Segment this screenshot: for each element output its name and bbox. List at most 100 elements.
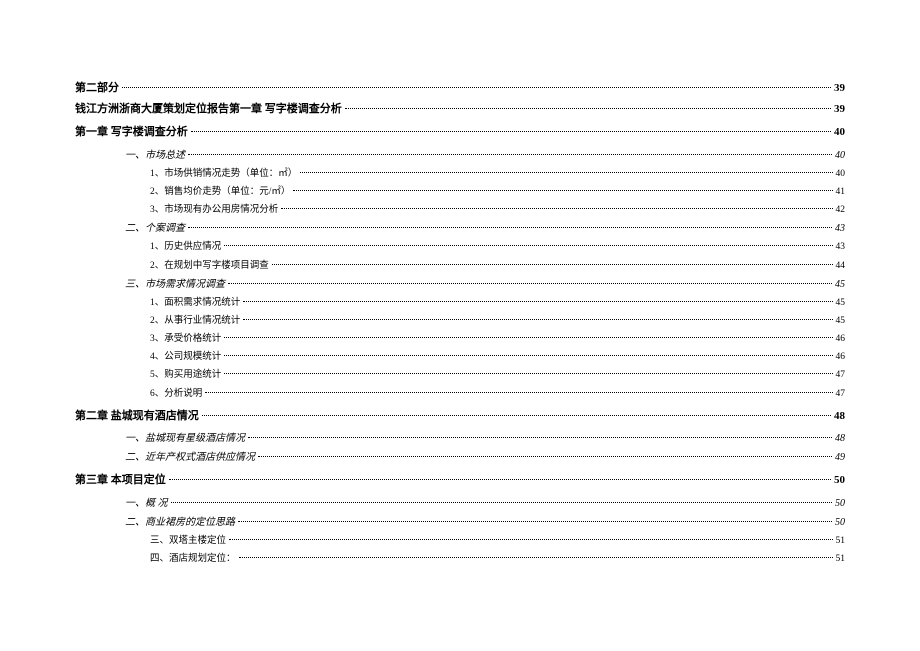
toc-entry: 1、面积需求情况统计 45	[75, 296, 845, 311]
toc-entry: 1、历史供应情况 43	[75, 240, 845, 255]
toc-leader-dots	[205, 392, 832, 393]
toc-page-number: 43	[836, 240, 846, 255]
toc-title: 3、市场现有办公用房情况分析	[150, 203, 278, 218]
toc-leader-dots	[345, 108, 831, 109]
toc-page-number: 45	[835, 277, 845, 293]
toc-title: 第二章 盐城现有酒店情况	[75, 408, 199, 426]
toc-entry: 2、销售均价走势（单位：元/㎡） 41	[75, 185, 845, 200]
toc-entry: 第三章 本项目定位 50	[75, 472, 845, 490]
toc-page-number: 46	[836, 350, 846, 365]
toc-entry: 二、近年产权式酒店供应情况 49	[75, 450, 845, 466]
toc-title: 第一章 写字楼调查分析	[75, 124, 188, 142]
toc-leader-dots	[272, 264, 833, 265]
toc-entry: 3、承受价格统计 46	[75, 332, 845, 347]
toc-title: 二、商业裙房的定位思路	[125, 515, 235, 531]
toc-title: 1、市场供销情况走势（单位：㎡）	[150, 167, 297, 182]
toc-title: 第二部分	[75, 80, 119, 98]
toc-page-number: 51	[836, 552, 846, 567]
toc-page-number: 40	[835, 148, 845, 164]
toc-page-number: 39	[834, 80, 845, 98]
toc-entry: 2、在规划中写字楼项目调查 44	[75, 259, 845, 274]
toc-page-number: 42	[836, 203, 846, 218]
toc-leader-dots	[169, 479, 831, 480]
toc-page-number: 39	[834, 101, 845, 119]
toc-leader-dots	[281, 208, 832, 209]
toc-entry: 第二部分 39	[75, 80, 845, 98]
toc-entry: 钱江方洲浙商大厦策划定位报告第一章 写字楼调查分析 39	[75, 101, 845, 119]
toc-leader-dots	[191, 131, 831, 132]
toc-leader-dots	[224, 373, 832, 374]
toc-leader-dots	[243, 301, 832, 302]
toc-leader-dots	[239, 557, 833, 558]
toc-entry: 2、从事行业情况统计 45	[75, 314, 845, 329]
toc-title: 三、双塔主楼定位	[150, 534, 226, 549]
toc-title: 二、个案调查	[125, 221, 185, 237]
toc-title: 一、盐城现有星级酒店情况	[125, 431, 245, 447]
toc-entry: 一、概 况 50	[75, 496, 845, 512]
toc-page-number: 45	[836, 314, 846, 329]
toc-title: 四、酒店规划定位：	[150, 552, 236, 567]
toc-entry: 一、市场总述 40	[75, 148, 845, 164]
toc-entry: 三、双塔主楼定位 51	[75, 534, 845, 549]
toc-entry: 一、盐城现有星级酒店情况 48	[75, 431, 845, 447]
toc-entry: 第一章 写字楼调查分析 40	[75, 124, 845, 142]
toc-page-number: 40	[834, 124, 845, 142]
table-of-contents: 第二部分 39 钱江方洲浙商大厦策划定位报告第一章 写字楼调查分析 39 第一章 写字楼…	[75, 80, 845, 567]
toc-page-number: 50	[835, 515, 845, 531]
toc-entry: 第二章 盐城现有酒店情况 48	[75, 408, 845, 426]
toc-page-number: 47	[836, 387, 846, 402]
toc-page-number: 40	[836, 167, 846, 182]
toc-entry: 三、市场需求情况调查 45	[75, 277, 845, 293]
toc-leader-dots	[258, 456, 832, 457]
toc-title: 1、历史供应情况	[150, 240, 221, 255]
toc-entry: 4、公司规模统计 46	[75, 350, 845, 365]
toc-leader-dots	[224, 337, 832, 338]
toc-page-number: 47	[836, 368, 846, 383]
toc-entry: 1、市场供销情况走势（单位：㎡） 40	[75, 167, 845, 182]
toc-leader-dots	[202, 415, 831, 416]
toc-page-number: 48	[835, 431, 845, 447]
toc-title: 3、承受价格统计	[150, 332, 221, 347]
toc-leader-dots	[188, 227, 832, 228]
toc-leader-dots	[171, 502, 833, 503]
toc-leader-dots	[293, 190, 832, 191]
toc-leader-dots	[229, 539, 832, 540]
toc-leader-dots	[243, 319, 832, 320]
toc-title: 钱江方洲浙商大厦策划定位报告第一章 写字楼调查分析	[75, 101, 342, 119]
toc-title: 第三章 本项目定位	[75, 472, 166, 490]
toc-entry: 5、购买用途统计 47	[75, 368, 845, 383]
toc-title: 1、面积需求情况统计	[150, 296, 240, 311]
toc-title: 三、市场需求情况调查	[125, 277, 225, 293]
toc-leader-dots	[224, 245, 832, 246]
toc-page-number: 46	[836, 332, 846, 347]
toc-title: 5、购买用途统计	[150, 368, 221, 383]
toc-page-number: 45	[836, 296, 846, 311]
toc-leader-dots	[248, 437, 832, 438]
toc-title: 2、在规划中写字楼项目调查	[150, 259, 269, 274]
toc-entry: 6、分析说明 47	[75, 387, 845, 402]
toc-title: 2、销售均价走势（单位：元/㎡）	[150, 185, 290, 200]
toc-leader-dots	[228, 283, 832, 284]
toc-title: 一、市场总述	[125, 148, 185, 164]
toc-page-number: 51	[836, 534, 846, 549]
toc-page-number: 49	[835, 450, 845, 466]
toc-page-number: 44	[836, 259, 846, 274]
toc-page-number: 41	[836, 185, 846, 200]
toc-title: 一、概 况	[125, 496, 168, 512]
toc-title: 6、分析说明	[150, 387, 202, 402]
toc-title: 4、公司规模统计	[150, 350, 221, 365]
toc-leader-dots	[224, 355, 832, 356]
toc-entry: 四、酒店规划定位： 51	[75, 552, 845, 567]
toc-leader-dots	[238, 521, 832, 522]
toc-entry: 3、市场现有办公用房情况分析 42	[75, 203, 845, 218]
toc-entry: 二、商业裙房的定位思路 50	[75, 515, 845, 531]
toc-title: 二、近年产权式酒店供应情况	[125, 450, 255, 466]
toc-page-number: 50	[834, 472, 845, 490]
toc-leader-dots	[122, 87, 831, 88]
toc-title: 2、从事行业情况统计	[150, 314, 240, 329]
toc-page-number: 50	[835, 496, 845, 512]
toc-page-number: 43	[835, 221, 845, 237]
toc-entry: 二、个案调查 43	[75, 221, 845, 237]
toc-page-number: 48	[834, 408, 845, 426]
toc-leader-dots	[188, 154, 832, 155]
